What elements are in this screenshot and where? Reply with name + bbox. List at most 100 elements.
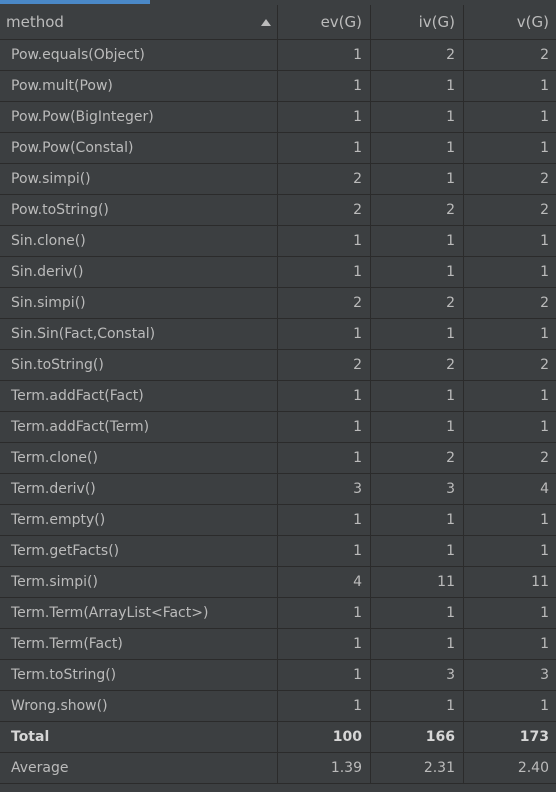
average-label: Average bbox=[0, 753, 278, 783]
cell-v: 1 bbox=[540, 419, 549, 435]
table-row[interactable]: Sin.deriv() 1 1 1 bbox=[0, 257, 556, 288]
table-row[interactable]: Sin.Sin(Fact,Constal) 1 1 1 bbox=[0, 319, 556, 350]
cell-iv: 1 bbox=[371, 412, 464, 442]
cell-iv: 1 bbox=[371, 319, 464, 349]
cell-v: 2 bbox=[540, 295, 549, 311]
cell-v: 2 bbox=[540, 357, 549, 373]
cell-ev: 2 bbox=[278, 164, 371, 194]
cell-v: 4 bbox=[540, 481, 549, 497]
cell-v: 1 bbox=[540, 264, 549, 280]
table-row[interactable]: Pow.equals(Object) 1 2 2 bbox=[0, 40, 556, 71]
table-row-average[interactable]: Average 1.39 2.31 2.40 bbox=[0, 753, 556, 784]
cell-method: Wrong.show() bbox=[0, 691, 278, 721]
cell-ev: 3 bbox=[278, 474, 371, 504]
table-row[interactable]: Pow.Pow(BigInteger) 1 1 1 bbox=[0, 102, 556, 133]
cell-v: 2 bbox=[540, 171, 549, 187]
column-header-ev[interactable]: ev(G) bbox=[278, 5, 371, 39]
cell-ev: 1 bbox=[278, 257, 371, 287]
cell-method: Term.deriv() bbox=[0, 474, 278, 504]
cell-iv: 1 bbox=[371, 629, 464, 659]
cell-method: Term.addFact(Fact) bbox=[0, 381, 278, 411]
table-row[interactable]: Term.clone() 1 2 2 bbox=[0, 443, 556, 474]
cell-method: Term.addFact(Term) bbox=[0, 412, 278, 442]
cell-method: Sin.simpi() bbox=[0, 288, 278, 318]
cell-iv: 1 bbox=[371, 598, 464, 628]
table-row[interactable]: Pow.mult(Pow) 1 1 1 bbox=[0, 71, 556, 102]
cell-ev: 1 bbox=[278, 133, 371, 163]
column-header-iv[interactable]: iv(G) bbox=[371, 5, 464, 39]
cell-iv: 11 bbox=[371, 567, 464, 597]
cell-method: Pow.equals(Object) bbox=[0, 40, 278, 70]
cell-method: Term.toString() bbox=[0, 660, 278, 690]
cell-v: 1 bbox=[540, 543, 549, 559]
cell-iv: 2 bbox=[371, 443, 464, 473]
table-row[interactable]: Wrong.show() 1 1 1 bbox=[0, 691, 556, 722]
cell-iv: 1 bbox=[371, 164, 464, 194]
table-row[interactable]: Term.addFact(Fact) 1 1 1 bbox=[0, 381, 556, 412]
total-v: 173 bbox=[519, 729, 549, 745]
table-row[interactable]: Sin.simpi() 2 2 2 bbox=[0, 288, 556, 319]
total-iv: 166 bbox=[371, 722, 464, 752]
average-ev: 1.39 bbox=[278, 753, 371, 783]
cell-iv: 1 bbox=[371, 102, 464, 132]
table-row[interactable]: Term.Term(Fact) 1 1 1 bbox=[0, 629, 556, 660]
column-header-method[interactable]: method bbox=[0, 5, 278, 39]
cell-iv: 1 bbox=[371, 691, 464, 721]
cell-v: 11 bbox=[531, 574, 549, 590]
cell-ev: 1 bbox=[278, 443, 371, 473]
table-row[interactable]: Term.Term(ArrayList<Fact>) 1 1 1 bbox=[0, 598, 556, 629]
cell-ev: 1 bbox=[278, 660, 371, 690]
cell-method: Pow.toString() bbox=[0, 195, 278, 225]
table-row-total[interactable]: Total 100 166 173 bbox=[0, 722, 556, 753]
cell-v: 1 bbox=[540, 326, 549, 342]
table-row[interactable]: Term.empty() 1 1 1 bbox=[0, 505, 556, 536]
cell-iv: 2 bbox=[371, 350, 464, 380]
cell-iv: 2 bbox=[371, 40, 464, 70]
cell-iv: 3 bbox=[371, 474, 464, 504]
cell-iv: 1 bbox=[371, 536, 464, 566]
table-row[interactable]: Term.addFact(Term) 1 1 1 bbox=[0, 412, 556, 443]
cell-ev: 1 bbox=[278, 40, 371, 70]
cell-method: Pow.mult(Pow) bbox=[0, 71, 278, 101]
average-iv: 2.31 bbox=[371, 753, 464, 783]
table-row[interactable]: Sin.clone() 1 1 1 bbox=[0, 226, 556, 257]
cell-method: Term.Term(Fact) bbox=[0, 629, 278, 659]
table-row[interactable]: Term.getFacts() 1 1 1 bbox=[0, 536, 556, 567]
cell-iv: 1 bbox=[371, 505, 464, 535]
table-row[interactable]: Term.toString() 1 3 3 bbox=[0, 660, 556, 691]
cell-v: 1 bbox=[540, 388, 549, 404]
cell-method: Sin.toString() bbox=[0, 350, 278, 380]
cell-method: Sin.Sin(Fact,Constal) bbox=[0, 319, 278, 349]
table-row[interactable]: Term.deriv() 3 3 4 bbox=[0, 474, 556, 505]
cell-v: 1 bbox=[540, 233, 549, 249]
cell-method: Pow.Pow(BigInteger) bbox=[0, 102, 278, 132]
cell-ev: 1 bbox=[278, 412, 371, 442]
table-body: Pow.equals(Object) 1 2 2 Pow.mult(Pow) 1 1 1 Pow… bbox=[0, 40, 556, 722]
cell-method: Term.empty() bbox=[0, 505, 278, 535]
table-row[interactable]: Term.simpi() 4 11 11 bbox=[0, 567, 556, 598]
cell-method: Pow.Pow(Constal) bbox=[0, 133, 278, 163]
average-v: 2.40 bbox=[517, 760, 549, 776]
cell-v: 1 bbox=[540, 698, 549, 714]
cell-method: Term.Term(ArrayList<Fact>) bbox=[0, 598, 278, 628]
table-row[interactable]: Sin.toString() 2 2 2 bbox=[0, 350, 556, 381]
cell-v: 1 bbox=[540, 636, 549, 652]
table-row[interactable]: Pow.Pow(Constal) 1 1 1 bbox=[0, 133, 556, 164]
cell-method: Term.simpi() bbox=[0, 567, 278, 597]
cell-ev: 1 bbox=[278, 598, 371, 628]
cell-ev: 1 bbox=[278, 381, 371, 411]
cell-ev: 2 bbox=[278, 195, 371, 225]
table-row[interactable]: Pow.toString() 2 2 2 bbox=[0, 195, 556, 226]
cell-ev: 2 bbox=[278, 288, 371, 318]
column-header-v[interactable]: v(G) bbox=[464, 5, 556, 39]
cell-v: 3 bbox=[540, 667, 549, 683]
table-row[interactable]: Pow.simpi() 2 1 2 bbox=[0, 164, 556, 195]
cell-v: 1 bbox=[540, 140, 549, 156]
cell-iv: 1 bbox=[371, 133, 464, 163]
cell-method: Term.getFacts() bbox=[0, 536, 278, 566]
sort-ascending-icon bbox=[261, 18, 271, 26]
cell-v: 1 bbox=[540, 512, 549, 528]
cell-ev: 1 bbox=[278, 71, 371, 101]
cell-ev: 4 bbox=[278, 567, 371, 597]
total-ev: 100 bbox=[278, 722, 371, 752]
